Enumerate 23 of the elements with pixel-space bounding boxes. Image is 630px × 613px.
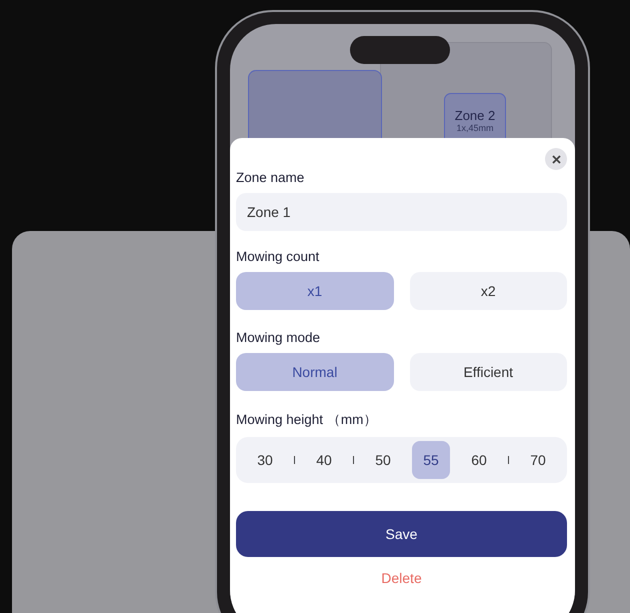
field-label: Mowing height （mm） <box>236 411 378 429</box>
height-option[interactable]: 30 <box>246 441 284 479</box>
height-option[interactable]: 60 <box>460 441 498 479</box>
input-field[interactable]: Zone 1 <box>236 193 567 231</box>
tick-mark <box>508 456 509 464</box>
save-button[interactable]: Save <box>236 511 567 557</box>
height-option[interactable]: 40 <box>305 441 343 479</box>
zone-detail: 1x,45mm <box>456 123 494 133</box>
tick-mark <box>353 456 354 464</box>
field-label: Mowing mode <box>236 330 322 345</box>
option-button[interactable]: x1 <box>236 272 394 310</box>
height-option[interactable]: 50 <box>364 441 402 479</box>
option-button[interactable]: Efficient <box>410 353 567 391</box>
field-label: Zone name <box>236 170 306 185</box>
option-button[interactable]: x2 <box>410 272 567 310</box>
height-option[interactable]: 55 <box>412 441 450 479</box>
option-button[interactable]: Normal <box>236 353 394 391</box>
close-button[interactable] <box>545 148 567 170</box>
field-label: Mowing count <box>236 249 320 264</box>
height-option[interactable]: 70 <box>519 441 557 479</box>
tick-mark <box>294 456 295 464</box>
close-icon <box>552 154 560 164</box>
zone-name: Zone 2 <box>454 108 496 123</box>
